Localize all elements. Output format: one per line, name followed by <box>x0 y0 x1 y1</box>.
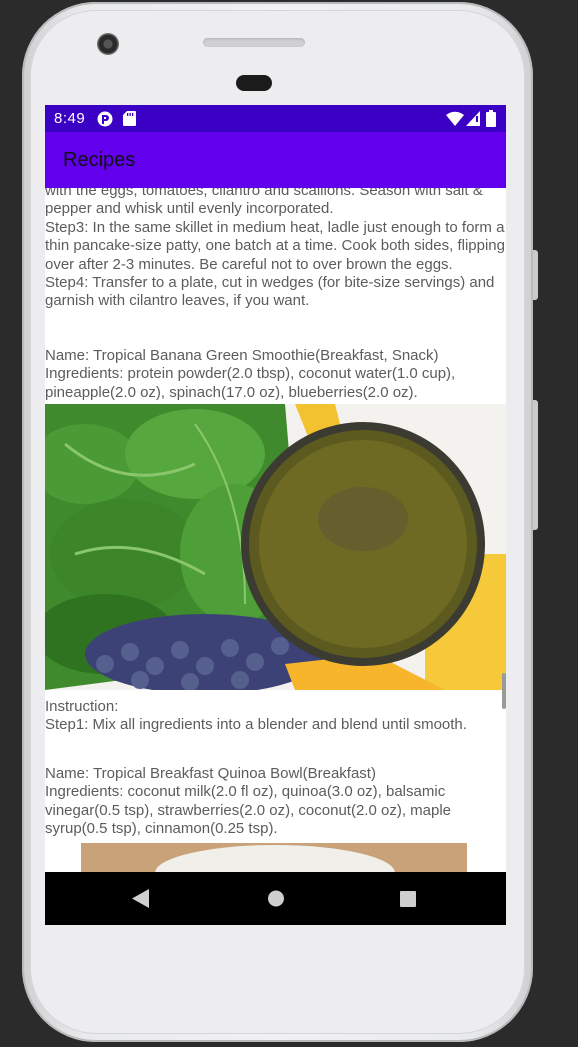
quinoa-bowl-photo <box>45 842 506 872</box>
front-camera <box>97 33 119 55</box>
recipe-name: Name: Tropical Banana Green Smoothie(Bre… <box>45 346 439 364</box>
recipe-step-text: Step4: Transfer to a plate, cut in wedge… <box>45 274 495 310</box>
recipe-name: Name: Tropical Breakfast Quinoa Bowl(Bre… <box>45 764 376 782</box>
app-title: Recipes <box>63 149 136 171</box>
status-bar: 8:49 <box>45 105 506 132</box>
instruction-label: Instruction: <box>45 698 119 716</box>
play-protect-icon <box>97 111 113 127</box>
recipe-step-text: with the eggs, tomatoes, cilantro and sc… <box>45 188 483 218</box>
scrollbar-thumb[interactable] <box>502 673 506 709</box>
earpiece <box>236 75 272 91</box>
recipe-list[interactable]: with the eggs, tomatoes, cilantro and sc… <box>45 188 506 872</box>
status-time: 8:49 <box>54 110 86 127</box>
recipe-ingredients: Ingredients: coconut milk(2.0 fl oz), qu… <box>45 783 452 838</box>
home-icon[interactable] <box>267 889 285 908</box>
device-screen: 8:49 Recipes with the eggs, tomatoes, ci… <box>45 105 506 925</box>
back-icon[interactable] <box>132 889 150 908</box>
sd-card-icon <box>123 111 136 126</box>
smoothie-photo <box>45 404 506 691</box>
volume-button <box>533 250 538 300</box>
app-bar: Recipes <box>45 132 506 188</box>
wifi-icon <box>446 111 464 126</box>
recipe-step-text: Step3: In the same skillet in medium hea… <box>45 218 505 273</box>
navigation-bar <box>45 872 506 925</box>
battery-icon <box>486 110 496 127</box>
power-button <box>533 400 538 530</box>
recipe-ingredients: Ingredients: protein powder(2.0 tbsp), c… <box>45 365 456 401</box>
top-speaker <box>203 38 305 47</box>
signal-icon <box>466 111 480 126</box>
recipe-step-text: Step1: Mix all ingredients into a blende… <box>45 716 467 734</box>
recents-icon[interactable] <box>399 889 417 908</box>
